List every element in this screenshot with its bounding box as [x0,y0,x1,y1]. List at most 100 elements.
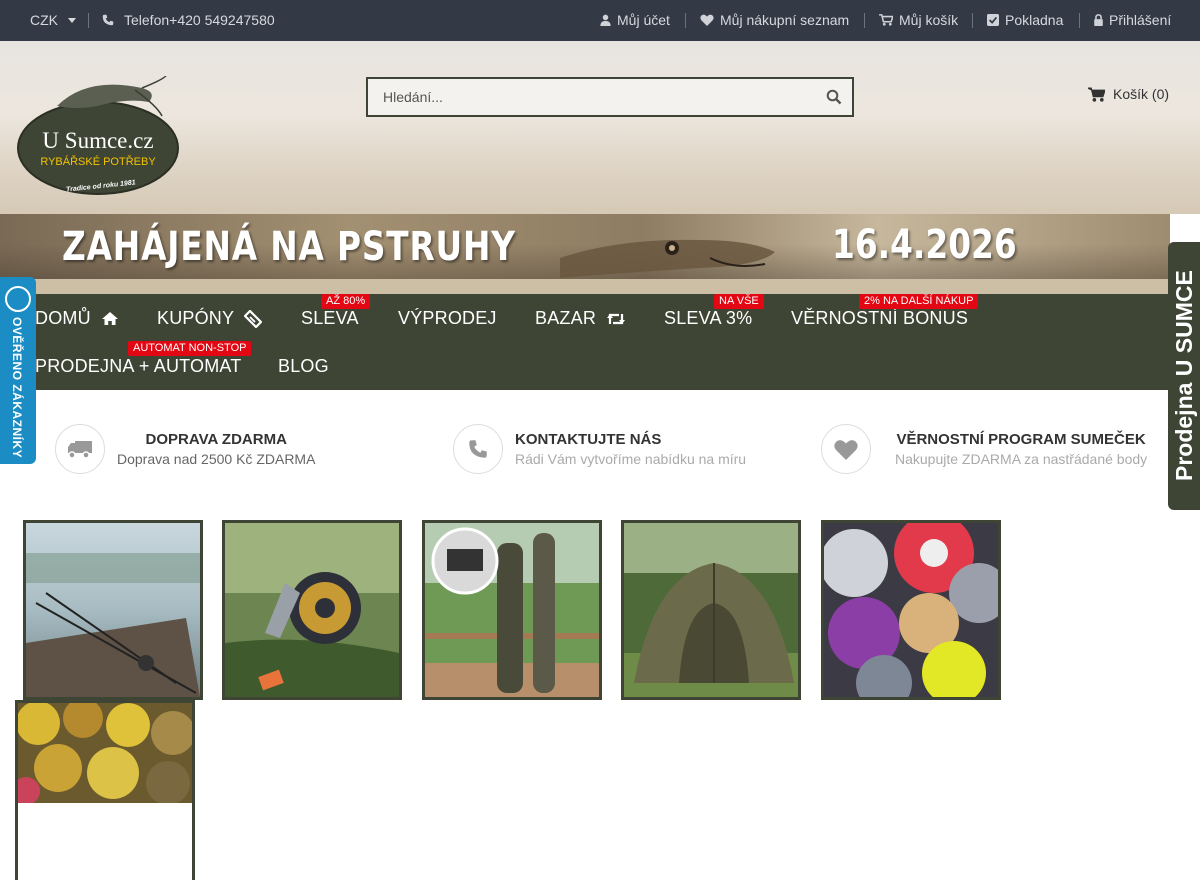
promo-banner[interactable]: ZAHÁJENÁ NA PSTRUHY 16.4.2026 [0,214,1170,279]
nav-item-bazaar[interactable]: BAZAR [535,308,626,329]
truck-icon [68,441,92,459]
nav-item-blog[interactable]: BLOG [278,356,329,377]
feature-loyalty: VĚRNOSTNÍ PROGRAM SUMEČEK Nakupujte ZDAR… [821,424,1147,474]
main-navigation: DOMŮ KUPÓNY SLEVA AŽ 80% VÝPRODEJ BAZAR … [0,294,1170,390]
checkout-label: Pokladna [1005,12,1064,28]
nav-label: SLEVA 3% [664,308,753,328]
phone-icon [469,440,487,458]
nav-badge-sale: AŽ 80% [321,294,371,309]
nav-item-home[interactable]: DOMŮ [35,308,119,329]
checkout-link[interactable]: Pokladna [987,12,1063,28]
nav-item-coupons[interactable]: KUPÓNY [157,308,263,329]
fishing-lines-image [824,523,998,697]
feature-subtitle: Doprava nad 2500 Kč ZDARMA [117,451,316,467]
site-logo[interactable]: U Sumce.cz RYBÁŘSKÉ POTŘEBY Tradice od r… [17,76,179,196]
check-square-icon [987,14,999,26]
nav-label: VĚRNOSTNÍ BONUS [791,308,969,328]
store-tab-label: Prodejna U SUMCE [1171,270,1197,482]
phone-link[interactable]: Telefon+420 549247580 [102,12,275,28]
nav-badge-loyalty: 2% NA DALŠÍ NÁKUP [859,294,979,309]
nav-label: BAZAR [535,308,597,328]
my-cart-link[interactable]: Můj košík [879,12,958,28]
cart-icon [879,14,893,26]
my-cart-label: Můj košík [899,12,959,28]
category-tile-bags[interactable] [422,520,602,700]
feature-contact: KONTAKTUJTE NÁS Rádi Vám vytvoříme nabíd… [453,424,746,474]
nav-label: PRODEJNA + AUTOMAT [35,356,242,376]
banner-strip [0,279,1170,294]
divider [1079,13,1080,28]
feature-title: KONTAKTUJTE NÁS [515,431,662,448]
cart-summary[interactable]: Košík (0) [1088,86,1169,102]
heart-icon [834,439,858,460]
nav-label: KUPÓNY [157,308,235,328]
banner-headline: ZAHÁJENÁ NA PSTRUHY [62,224,516,270]
login-label: Přihlášení [1109,12,1172,28]
home-icon [101,312,118,325]
heart-icon [700,14,714,26]
boilies-image [18,703,192,803]
feature-icon-circle [55,424,105,474]
my-account-link[interactable]: Můj účet [600,12,670,28]
nav-item-loyalty-bonus[interactable]: VĚRNOSTNÍ BONUS [791,308,968,329]
currency-label: CZK [30,12,58,28]
fishing-reel-image [225,523,399,697]
logo-name: U Sumce.cz [42,128,153,153]
nav-label: VÝPRODEJ [398,308,497,328]
feature-title: DOPRAVA ZDARMA [145,431,287,448]
nav-label: SLEVA [301,308,359,328]
nav-item-store[interactable]: PRODEJNA + AUTOMAT [35,356,241,377]
nav-item-discount[interactable]: SLEVA 3% [664,308,752,329]
header-background [0,121,1200,214]
retweet-icon [607,313,626,324]
feature-icon-circle [821,424,871,474]
seal-icon [5,286,31,312]
top-bar: CZK Telefon+420 549247580 Můj účet Můj n… [0,0,1200,41]
user-icon [600,14,611,26]
search-icon[interactable] [826,89,842,105]
category-tile-lines[interactable] [821,520,1001,700]
feature-subtitle: Rádi Vám vytvoříme nabídku na míru [515,451,747,467]
cart-icon [1088,86,1105,102]
divider [685,13,686,28]
currency-selector[interactable]: CZK [30,12,76,28]
nav-item-clearance[interactable]: VÝPRODEJ [398,308,497,329]
login-link[interactable]: Přihlášení [1094,12,1171,28]
fishing-rods-image [26,523,200,697]
banner-date: 16.4.2026 [832,222,1017,268]
caret-down-icon [68,17,76,23]
divider [864,13,865,28]
phone-text: Telefon+420 549247580 [124,12,275,28]
store-side-tab[interactable]: Prodejna U SUMCE [1168,242,1200,510]
my-account-label: Můj účet [617,12,670,28]
header: U Sumce.cz RYBÁŘSKÉ POTŘEBY Tradice od r… [0,41,1200,214]
feature-subtitle: Nakupujte ZDARMA za nastřádané body [895,451,1148,467]
feature-icon-circle [453,424,503,474]
trout-image [560,239,775,278]
search-input[interactable] [368,79,808,115]
nav-label: DOMŮ [35,308,91,328]
category-tile-tents[interactable] [621,520,801,700]
nav-badge-discount: NA VŠE [714,294,764,309]
wishlist-label: Můj nákupní seznam [720,12,850,28]
category-tile-baits[interactable] [15,700,195,880]
phone-icon [102,14,114,26]
search-box [366,77,854,117]
feature-title: VĚRNOSTNÍ PROGRAM SUMEČEK [896,431,1146,448]
cart-label: Košík (0) [1113,86,1170,102]
logo-tagline: RYBÁŘSKÉ POTŘEBY [40,155,156,168]
category-tile-reels[interactable] [222,520,402,700]
divider [972,13,973,28]
nav-item-sale[interactable]: SLEVA [301,308,359,329]
trust-label: OVĚŘENO ZÁKAZNÍKY [10,317,24,459]
divider [88,13,89,28]
rod-bags-image [425,523,599,697]
category-tile-rods[interactable] [23,520,203,700]
verified-customers-badge[interactable]: OVĚŘENO ZÁKAZNÍKY [0,277,36,464]
feature-free-shipping: DOPRAVA ZDARMA Doprava nad 2500 Kč ZDARM… [55,424,315,474]
bivvy-tent-image [624,523,798,697]
lock-icon [1094,14,1103,26]
wishlist-link[interactable]: Můj nákupní seznam [700,12,849,28]
nav-label: BLOG [278,356,329,376]
ticket-icon [244,309,263,328]
